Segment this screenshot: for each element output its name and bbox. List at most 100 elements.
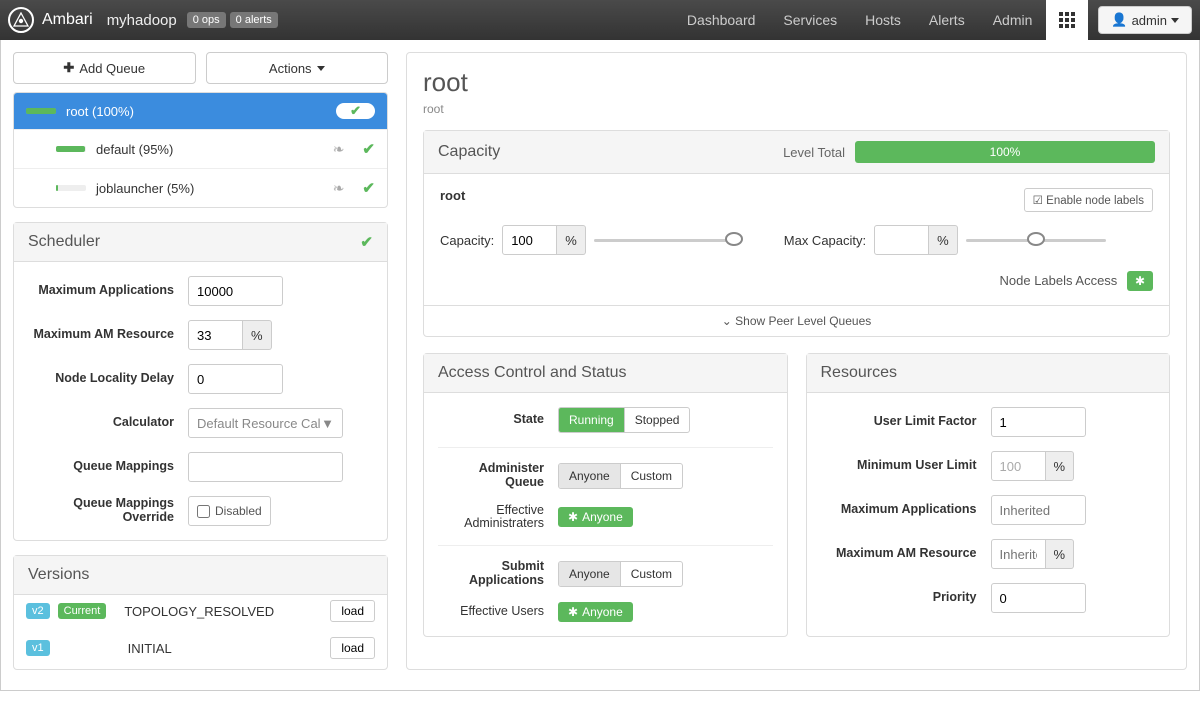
percent-addon: % — [557, 225, 586, 255]
breadcrumb: root — [423, 102, 1170, 116]
capacity-input[interactable] — [502, 225, 557, 255]
eff-admin-label: Effective Administraters — [438, 504, 558, 532]
tree-item-label: default (95%) — [96, 142, 173, 157]
nav-dashboard[interactable]: Dashboard — [673, 0, 770, 40]
state-stopped-button[interactable]: Stopped — [624, 408, 690, 432]
max-apps-input[interactable] — [991, 495, 1086, 525]
slider-thumb[interactable] — [1027, 232, 1045, 246]
version-tag: v1 — [26, 640, 50, 656]
tree-item-root[interactable]: root (100%) ✔ — [14, 93, 387, 130]
panel-title: Access Control and Status — [438, 364, 627, 382]
custom-button[interactable]: Custom — [620, 464, 682, 488]
cluster-name[interactable]: myhadoop — [107, 12, 177, 29]
nav-right: Dashboard Services Hosts Alerts Admin 👤a… — [673, 0, 1192, 40]
peer-label: Show Peer Level Queues — [735, 314, 871, 328]
caret-down-icon — [1171, 18, 1179, 23]
leaf-icon: ❧ — [333, 141, 345, 158]
node-labels-star-button[interactable]: ✱ — [1127, 271, 1153, 291]
override-label: Queue Mappings Override — [28, 497, 188, 525]
anyone-button[interactable]: Anyone — [559, 562, 620, 586]
percent-addon: % — [1046, 539, 1075, 569]
anyone-chip-label: Anyone — [582, 605, 623, 619]
ambari-logo — [8, 7, 34, 33]
priority-input[interactable] — [991, 583, 1086, 613]
mappings-label: Queue Mappings — [28, 460, 188, 474]
apps-grid-button[interactable] — [1046, 0, 1088, 40]
capacity-label: Capacity: — [440, 233, 494, 248]
actions-dropdown[interactable]: Actions — [206, 52, 389, 84]
version-row: v1 INITIAL load — [14, 632, 387, 669]
mappings-input[interactable] — [188, 452, 343, 482]
anyone-chip-label: Anyone — [582, 510, 623, 524]
user-label: admin — [1132, 13, 1167, 28]
slider-thumb[interactable] — [725, 232, 743, 246]
max-apps-input[interactable] — [188, 276, 283, 306]
chevron-down-icon: ⌄ — [722, 314, 732, 328]
anyone-button[interactable]: Anyone — [559, 464, 620, 488]
tree-item-default[interactable]: default (95%) ❧ ✔ — [14, 130, 387, 169]
panel-title: Scheduler — [28, 233, 100, 251]
ops-badge[interactable]: 0 ops — [187, 12, 226, 28]
check-icon: ✔ — [350, 103, 361, 118]
submit-apps-label: Submit Applications — [438, 560, 558, 588]
triangle-down-icon: ▼ — [321, 416, 334, 431]
max-apps-label: Maximum Applications — [821, 503, 991, 517]
custom-button[interactable]: Custom — [620, 562, 682, 586]
add-queue-button[interactable]: ✚Add Queue — [13, 52, 196, 84]
enable-node-labels-checkbox[interactable]: ☑ Enable node labels — [1024, 188, 1153, 212]
plus-icon: ✚ — [63, 60, 74, 76]
capacity-slider[interactable] — [594, 239, 734, 242]
ulf-input[interactable] — [991, 407, 1086, 437]
anyone-chip: ✱Anyone — [558, 507, 633, 527]
capacity-bar — [56, 146, 86, 152]
nav-services[interactable]: Services — [769, 0, 851, 40]
panel-title: Resources — [821, 364, 897, 382]
capacity-panel: Capacity Level Total 100% ☑ Enable node … — [423, 130, 1170, 337]
state-toggle[interactable]: RunningStopped — [558, 407, 690, 433]
mul-input[interactable] — [991, 451, 1046, 481]
nav-alerts[interactable]: Alerts — [915, 0, 979, 40]
submit-apps-toggle[interactable]: AnyoneCustom — [558, 561, 683, 587]
acl-panel: Access Control and Status StateRunningSt… — [423, 353, 788, 637]
max-capacity-input[interactable] — [874, 225, 929, 255]
admin-queue-toggle[interactable]: AnyoneCustom — [558, 463, 683, 489]
acl-header: Access Control and Status — [424, 354, 787, 393]
nav-hosts[interactable]: Hosts — [851, 0, 915, 40]
left-column: ✚Add Queue Actions root (100%) ✔ default… — [13, 52, 388, 670]
check-icon: ✔ — [360, 233, 373, 251]
percent-addon: % — [1046, 451, 1075, 481]
alerts-badge[interactable]: 0 alerts — [230, 12, 278, 28]
node-delay-label: Node Locality Delay — [28, 372, 188, 386]
version-tag: v2 — [26, 603, 50, 619]
max-capacity-slider[interactable] — [966, 239, 1106, 242]
state-running-button[interactable]: Running — [559, 408, 624, 432]
level-total-bar: 100% — [855, 141, 1155, 163]
node-delay-input[interactable] — [188, 364, 283, 394]
priority-label: Priority — [821, 591, 991, 605]
user-dropdown[interactable]: 👤admin — [1098, 6, 1192, 34]
caret-down-icon — [317, 66, 325, 71]
override-checkbox[interactable]: Disabled — [188, 496, 271, 526]
admin-queue-label: Administer Queue — [438, 462, 558, 490]
versions-header: Versions — [14, 556, 387, 595]
tree-item-joblauncher[interactable]: joblauncher (5%) ❧ ✔ — [14, 169, 387, 207]
max-am-input[interactable] — [991, 539, 1046, 569]
calculator-select[interactable]: Default Resource Cal▼ — [188, 408, 343, 438]
node-labels-access-label: Node Labels Access — [1000, 273, 1118, 288]
actions-label: Actions — [269, 61, 312, 76]
max-am-input[interactable] — [188, 320, 243, 350]
tree-item-label: joblauncher (5%) — [96, 181, 194, 196]
load-button[interactable]: load — [330, 600, 375, 622]
checkbox-label: Disabled — [215, 504, 262, 518]
panel-title: Capacity — [438, 143, 500, 161]
load-button[interactable]: load — [330, 637, 375, 659]
capacity-bar — [26, 108, 56, 114]
nav-admin[interactable]: Admin — [979, 0, 1047, 40]
show-peer-queues-toggle[interactable]: ⌄ Show Peer Level Queues — [424, 305, 1169, 336]
queue-title: root — [423, 67, 1170, 98]
checkbox-input[interactable] — [197, 505, 210, 518]
leaf-icon: ❧ — [333, 180, 345, 197]
eff-users-label: Effective Users — [438, 605, 558, 619]
resources-header: Resources — [807, 354, 1170, 393]
panel-title: Versions — [28, 566, 89, 584]
